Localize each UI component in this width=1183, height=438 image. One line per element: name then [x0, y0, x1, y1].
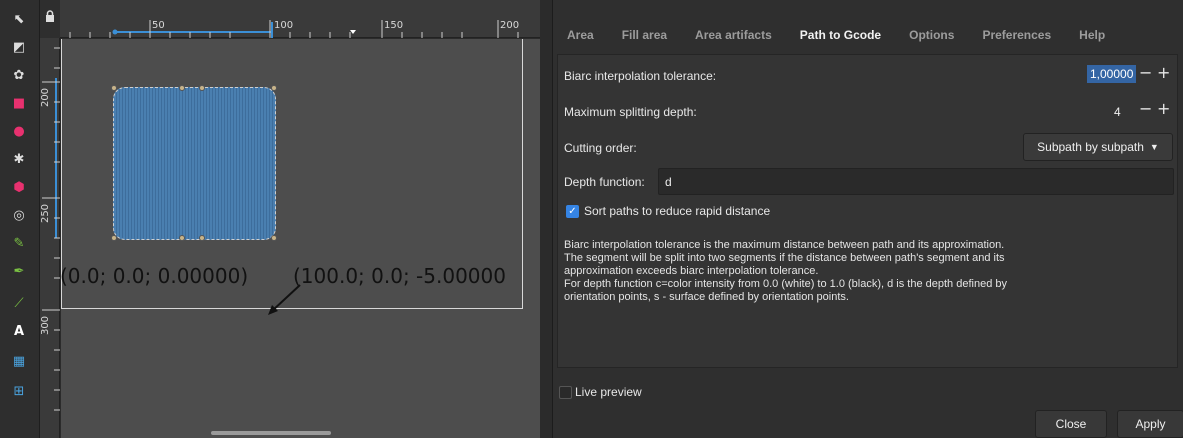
horizontal-ruler[interactable]: 50 100 150 200 [60, 0, 540, 38]
selected-rectangle[interactable] [113, 87, 276, 240]
toolbox: ⬉ ◩ ✿ ■ ● ✱ ⬢ ◎ ✎ ✒ ⟋ A ▦ ⊞ [0, 0, 40, 438]
chevron-down-icon: ▼ [1149, 142, 1159, 152]
selector-icon[interactable]: ⬉ [8, 8, 30, 30]
ruler-label: 50 [152, 20, 165, 31]
rectangle-tool-icon[interactable]: ■ [8, 92, 30, 114]
node-handle[interactable] [111, 235, 117, 241]
calligraphy-tool-icon[interactable]: ⟋ [8, 292, 30, 314]
vertical-ruler[interactable]: 200 250 300 [40, 38, 60, 438]
tab-help[interactable]: Help [1065, 18, 1119, 52]
close-button[interactable]: Close [1035, 410, 1107, 438]
node-handle[interactable] [271, 235, 277, 241]
path-to-gcode-panel: Biarc interpolation tolerance: 1,00000 −… [557, 54, 1178, 368]
cutting-order-select[interactable]: Subpath by subpath ▼ [1023, 133, 1173, 161]
circle-tool-icon[interactable]: ● [8, 120, 30, 142]
lock-icon[interactable] [40, 0, 60, 38]
sort-paths-checkbox[interactable]: ✓ [566, 205, 579, 218]
node-handle[interactable] [199, 85, 205, 91]
sort-paths-label: Sort paths to reduce rapid distance [584, 204, 771, 218]
biarc-decrement-button[interactable]: − [1139, 63, 1152, 82]
tab-options[interactable]: Options [895, 18, 968, 52]
tab-preferences[interactable]: Preferences [968, 18, 1065, 52]
description-text: Biarc interpolation tolerance is the max… [564, 239, 1007, 303]
ruler-label: 200 [500, 20, 520, 31]
depth-decrement-button[interactable]: − [1139, 99, 1152, 118]
ruler-label: 100 [274, 20, 294, 31]
box3d-tool-icon[interactable]: ⬢ [8, 176, 30, 198]
depth-function-input[interactable]: d [658, 168, 1174, 195]
node-handle[interactable] [179, 235, 185, 241]
live-preview-checkbox[interactable] [559, 386, 572, 399]
mesh-tool-icon[interactable]: ⊞ [8, 380, 30, 402]
tab-area-artifacts[interactable]: Area artifacts [681, 18, 786, 52]
gradient-tool-icon[interactable]: ▦ [8, 350, 30, 372]
tab-bar: Area Fill area Area artifacts Path to Gc… [553, 18, 1183, 52]
splitting-depth-input[interactable]: 4 [1114, 105, 1121, 119]
cutting-order-label: Cutting order: [564, 141, 637, 155]
biarc-tolerance-label: Biarc interpolation tolerance: [564, 69, 717, 83]
tab-path-to-gcode[interactable]: Path to Gcode [786, 18, 895, 52]
orientation-arrow-icon [268, 284, 301, 315]
node-handle[interactable] [199, 235, 205, 241]
apply-button[interactable]: Apply [1117, 410, 1183, 438]
depth-increment-button[interactable]: + [1157, 99, 1170, 118]
gcode-dialog: Area Fill area Area artifacts Path to Gc… [552, 0, 1183, 438]
ruler-label: 200 [40, 87, 52, 108]
biarc-tolerance-input[interactable]: 1,00000 [1087, 65, 1137, 83]
tab-area[interactable]: Area [553, 18, 608, 52]
node-handle[interactable] [179, 85, 185, 91]
live-preview-label: Live preview [575, 385, 642, 399]
ruler-label: 250 [40, 203, 52, 224]
pencil-tool-icon[interactable]: ✎ [8, 232, 30, 254]
star-tool-icon[interactable]: ✱ [8, 148, 30, 170]
node-handle[interactable] [271, 85, 277, 91]
cutting-order-value: Subpath by subpath [1037, 140, 1144, 154]
tweak-tool-icon[interactable]: ✿ [8, 64, 30, 86]
orientation-point-label: (0.0; 0.0; 0.00000) [61, 264, 249, 288]
tab-fill-area[interactable]: Fill area [608, 18, 681, 52]
depth-function-label: Depth function: [564, 175, 645, 189]
pen-tool-icon[interactable]: ✒ [8, 260, 30, 282]
spiral-tool-icon[interactable]: ◎ [8, 204, 30, 226]
node-tool-icon[interactable]: ◩ [8, 36, 30, 58]
node-handle[interactable] [111, 85, 117, 91]
orientation-point-label: (100.0; 0.0; -5.00000 [293, 264, 506, 288]
horizontal-scrollbar[interactable] [211, 431, 331, 435]
drawing-canvas[interactable]: (0.0; 0.0; 0.00000) (100.0; 0.0; -5.0000… [61, 39, 540, 438]
splitting-depth-label: Maximum splitting depth: [564, 105, 697, 119]
biarc-increment-button[interactable]: + [1157, 63, 1170, 82]
ruler-label: 300 [40, 315, 52, 336]
text-tool-icon[interactable]: A [8, 320, 30, 342]
ruler-label: 150 [384, 20, 404, 31]
